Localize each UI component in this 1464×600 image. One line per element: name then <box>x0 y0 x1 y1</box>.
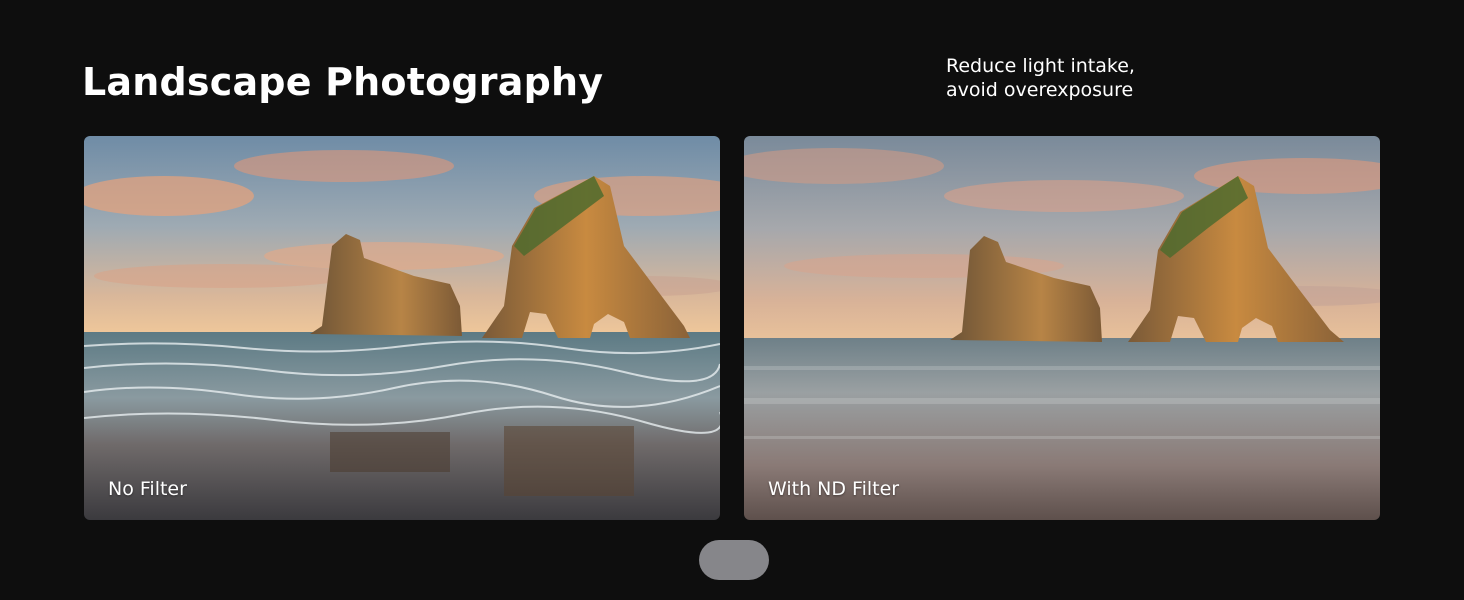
page-subtitle: Reduce light intake, avoid overexposure <box>946 54 1246 102</box>
panel-label-no-filter: No Filter <box>108 478 187 500</box>
carousel-pager-button[interactable] <box>699 540 769 580</box>
panel-label-nd-filter: With ND Filter <box>768 478 900 500</box>
subtitle-line: Reduce light intake, <box>946 55 1135 77</box>
seascape-photo-nd-filter <box>744 136 1380 520</box>
seascape-photo-no-filter <box>84 136 720 520</box>
subtitle-line: avoid overexposure <box>946 79 1134 101</box>
comparison-image-nd-filter: With ND Filter <box>744 136 1380 520</box>
comparison-image-no-filter: No Filter <box>84 136 720 520</box>
page-title: Landscape Photography <box>82 60 604 104</box>
